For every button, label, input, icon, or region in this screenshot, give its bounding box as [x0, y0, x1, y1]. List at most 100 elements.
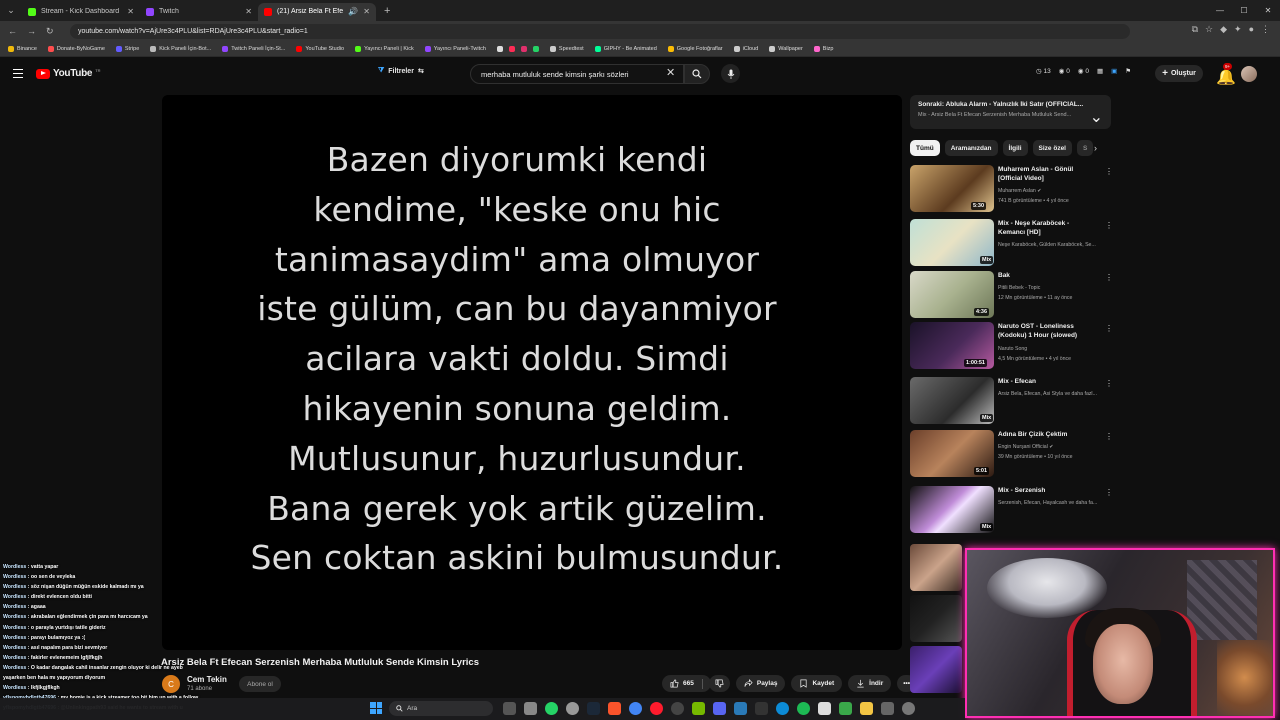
- tab-search-icon[interactable]: ⌄: [0, 5, 22, 16]
- recommended-video[interactable]: 4:36 Bak Pitili Bebek - Topic 12 Mn görü…: [910, 271, 1115, 319]
- close-icon[interactable]: ✕: [127, 7, 134, 16]
- more-vert-icon[interactable]: ⋮: [1105, 432, 1113, 441]
- recommended-video[interactable]: Mix Mix - Neşe Karaböcek - Kemancı [HD] …: [910, 219, 1115, 267]
- whatsapp-icon[interactable]: [545, 702, 558, 715]
- chat-username[interactable]: Wordless: [3, 614, 26, 620]
- chip-more[interactable]: S: [1077, 140, 1094, 156]
- extension-icon[interactable]: ⚑: [1125, 67, 1131, 75]
- spotify-icon[interactable]: [566, 702, 579, 715]
- clear-search-icon[interactable]: ✕: [666, 68, 675, 79]
- tab-twitch[interactable]: Twitch ✕: [140, 3, 258, 21]
- save-button[interactable]: Kaydet: [791, 675, 843, 692]
- grid-icon[interactable]: ▣: [1111, 67, 1117, 75]
- maximize-button[interactable]: ☐: [1232, 0, 1256, 21]
- voice-search-button[interactable]: [721, 64, 740, 83]
- more-vert-icon[interactable]: ⋮: [1105, 273, 1113, 282]
- app-icon[interactable]: [734, 702, 747, 715]
- recommended-video[interactable]: Mix Mix - Serzenish Serzenish, Efecan, H…: [910, 486, 1115, 534]
- discord-icon[interactable]: [713, 702, 726, 715]
- forward-button[interactable]: →: [27, 26, 36, 37]
- search-input[interactable]: merhaba mutluluk sende kimsin şarkı sözl…: [470, 64, 684, 84]
- settings-icon[interactable]: [524, 702, 537, 715]
- nvidia-icon[interactable]: [692, 702, 705, 715]
- create-button[interactable]: + Oluştur: [1155, 65, 1203, 82]
- video-thumbnail[interactable]: [910, 646, 962, 693]
- share-button[interactable]: Paylaş: [735, 675, 786, 692]
- notifications-bell-icon[interactable]: 🔔: [1216, 67, 1236, 87]
- chat-username[interactable]: Wordless: [3, 645, 26, 651]
- profile-icon[interactable]: ●: [1249, 24, 1254, 35]
- settings-gear-icon[interactable]: [902, 702, 915, 715]
- more-vert-icon[interactable]: ⋮: [1105, 488, 1113, 497]
- chat-username[interactable]: Wordless: [3, 655, 26, 661]
- bookmark-star-icon[interactable]: ☆: [1205, 24, 1213, 35]
- store-icon[interactable]: [881, 702, 894, 715]
- bookmark-speedtest[interactable]: Speedtest: [549, 46, 584, 52]
- chip-related[interactable]: İlgili: [1002, 140, 1028, 156]
- hamburger-menu-icon[interactable]: [13, 69, 23, 78]
- filters-button[interactable]: ⧩ Filtreler ⇆: [378, 67, 424, 75]
- chat-username[interactable]: Wordless: [3, 594, 26, 600]
- stat-views[interactable]: ◷ 13: [1036, 67, 1051, 75]
- capcut-icon[interactable]: [818, 702, 831, 715]
- close-icon[interactable]: ✕: [363, 7, 370, 16]
- bookmark-twitch-panel[interactable]: Twitch Paneli İçin-St...: [222, 46, 285, 52]
- edge-icon[interactable]: [776, 702, 789, 715]
- chrome-icon[interactable]: [629, 702, 642, 715]
- minimize-button[interactable]: —: [1208, 0, 1232, 21]
- bookmark-binance[interactable]: Binance: [8, 46, 37, 52]
- spotify-green-icon[interactable]: [797, 702, 810, 715]
- close-window-button[interactable]: ✕: [1256, 0, 1280, 21]
- bookmark-icloud[interactable]: iCloud: [733, 46, 758, 52]
- translate-icon[interactable]: ▦: [1097, 67, 1103, 75]
- search-button[interactable]: [684, 64, 710, 84]
- chat-username[interactable]: Wordless: [3, 574, 26, 580]
- bookmark-kick-bot[interactable]: Kick Paneli İçin-Bot...: [150, 46, 211, 52]
- more-vert-icon[interactable]: ⋮: [1105, 379, 1113, 388]
- download-button[interactable]: İndir: [848, 675, 892, 692]
- windows-start-icon[interactable]: [370, 702, 382, 714]
- new-tab-button[interactable]: +: [384, 5, 390, 17]
- video-thumbnail[interactable]: [910, 595, 962, 642]
- app-green-icon[interactable]: [839, 702, 852, 715]
- more-icon[interactable]: ⋮: [1261, 24, 1270, 35]
- stat-likes[interactable]: ◉ 0: [1059, 67, 1070, 75]
- playlist-panel[interactable]: Sonraki: Abluka Alarm - Yalnızlık İki Sa…: [910, 95, 1111, 129]
- chat-username[interactable]: Wordless: [3, 604, 26, 610]
- more-vert-icon[interactable]: ⋮: [1105, 324, 1113, 333]
- bookmark-google-photos[interactable]: Google Fotoğraflar: [667, 46, 723, 52]
- chat-username[interactable]: Wordless: [3, 584, 26, 590]
- dislike-button[interactable]: [708, 675, 730, 692]
- bookmark-kick-panel[interactable]: Yayıncı Paneli | Kick: [355, 46, 414, 52]
- recommended-video[interactable]: 5:30 Muharrem Aslan - Gönül [Official Vi…: [910, 165, 1115, 213]
- chip-for-you[interactable]: Size özel: [1032, 140, 1072, 156]
- chip-all[interactable]: Tümü: [910, 140, 940, 156]
- extension-icon[interactable]: ◆: [1220, 24, 1227, 35]
- chat-username[interactable]: Wordless: [3, 564, 26, 570]
- chevron-right-icon[interactable]: ›: [1094, 143, 1097, 153]
- bookmark-donate[interactable]: Donate-ByNoGame: [47, 46, 105, 52]
- chat-username[interactable]: Wordless: [3, 665, 26, 671]
- video-player[interactable]: Bazen diyorumki kendi kendime, "keske on…: [162, 95, 902, 650]
- bookmark-twitch-streamer[interactable]: Yayıncı Paneli-Twitch: [424, 46, 486, 52]
- tab-youtube[interactable]: (21) Arsiz Bela Ft Efecan Se 🔊 ✕: [258, 2, 376, 21]
- bookmark-stripe[interactable]: Stripe: [115, 46, 139, 52]
- epic-icon[interactable]: [755, 702, 768, 715]
- video-thumbnail[interactable]: [910, 544, 962, 591]
- obs-icon[interactable]: [671, 702, 684, 715]
- recommended-video[interactable]: 1:00:51 Naruto OST - Loneliness (Kodoku)…: [910, 322, 1115, 370]
- recommended-video[interactable]: 5:01 Adına Bir Çizik Çektim Engin Nurşan…: [910, 430, 1115, 478]
- taskbar-search[interactable]: Ara: [389, 701, 493, 716]
- bookmark-wallpaper[interactable]: Wallpaper: [769, 46, 803, 52]
- reload-button[interactable]: ↻: [46, 26, 54, 37]
- youtube-logo[interactable]: YouTube TR: [36, 68, 101, 79]
- bookmark-social-icons[interactable]: [496, 46, 539, 52]
- chevron-down-icon[interactable]: ⌄: [1090, 107, 1103, 127]
- chat-username[interactable]: Wordless: [3, 635, 26, 641]
- task-view-icon[interactable]: [503, 702, 516, 715]
- more-vert-icon[interactable]: ⋮: [1105, 167, 1113, 176]
- more-vert-icon[interactable]: ⋮: [1105, 221, 1113, 230]
- install-icon[interactable]: ⧉: [1192, 24, 1198, 35]
- back-button[interactable]: ←: [8, 26, 17, 37]
- url-field[interactable]: youtube.com/watch?v=AjUre3c4PLU&list=RDA…: [70, 24, 1130, 39]
